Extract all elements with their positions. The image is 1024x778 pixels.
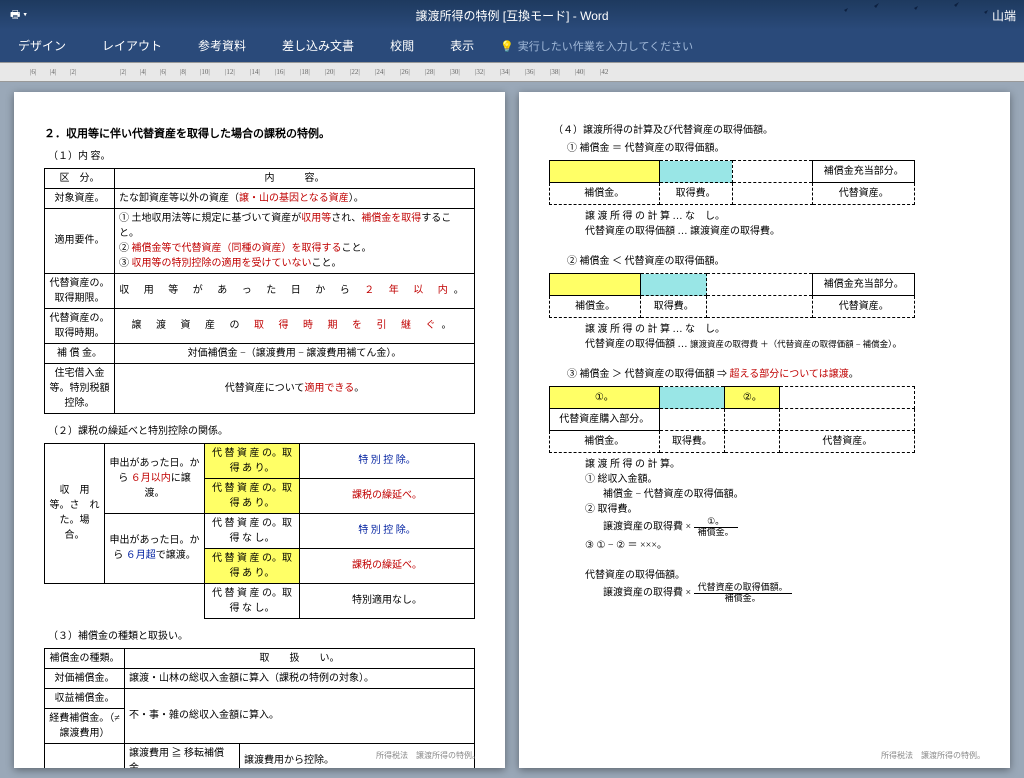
cell: 代替資産について適用できる。: [115, 363, 475, 413]
tab-references[interactable]: 参考資料: [180, 30, 264, 62]
text-line: ① 総収入金額。: [585, 472, 980, 487]
subsection-2-label: （２）課税の繰延べと特別控除の関係。: [48, 424, 475, 439]
table-deferral: 収 用 等。さ れ た。場 合。 申出があった日。から ６月以内に譲渡。 代 替…: [44, 443, 475, 619]
text-line: ③ ① − ② ＝ ×××。: [585, 538, 980, 553]
cell: 譲渡費用 ≧ 移転補償金。: [125, 743, 240, 768]
text-line: 譲渡資産の取得費 × ①。補償金。: [603, 517, 980, 538]
cell: 不・事・雑の総収入金額に算入。: [125, 688, 475, 743]
cell: 代 替 資 産 の。取 得 な し。: [205, 583, 300, 618]
cell: 住宅借入金等。特別税額控除。: [45, 363, 115, 413]
text-line: ② 取得費。: [585, 502, 980, 517]
text-line: 譲渡資産の取得費 × 代替資産の取得価額。補償金。: [603, 583, 980, 604]
subsection-3-label: （３）補償金の種類と取扱い。: [48, 629, 475, 644]
text-line: 代替資産の取得価額。: [585, 568, 980, 583]
cell: 譲 渡 資 産 の 取 得 時 期 を 引 継 ぐ。: [115, 308, 475, 343]
ribbon-tabs: デザイン レイアウト 参考資料 差し込み文書 校閲 表示 💡実行したい作業を入力…: [0, 30, 1024, 62]
page-footer: 所得税法 譲渡所得の特例。: [881, 750, 985, 762]
page-footer: 所得税法 譲渡所得の特例。: [376, 750, 480, 762]
quick-print-icon[interactable]: 🖶 ▾: [10, 6, 27, 25]
tab-layout[interactable]: レイアウト: [84, 30, 180, 62]
th: 補償金の種類。: [45, 648, 125, 668]
horizontal-ruler[interactable]: |6||4||2| |2||4||6||8| |10||12||14||16| …: [0, 62, 1024, 82]
text-line: 補償金 − 代替資産の取得価額。: [603, 487, 980, 502]
cell: 特 別 控 除。: [300, 513, 475, 548]
tab-review[interactable]: 校閲: [372, 30, 432, 62]
cell: ① 土地収用法等に規定に基づいて資産が収用等され、補償金を取得すること。 ② 補…: [115, 208, 475, 273]
tab-design[interactable]: デザイン: [0, 30, 84, 62]
cell: 代 替 資 産 の。取 得 な し。: [205, 513, 300, 548]
text-line: 譲 渡 所 得 の 計 算 … な し。: [585, 209, 980, 224]
case-3-title: ③ 補償金 ＞ 代替資産の取得価額 ⇒ 超える部分については譲渡。: [567, 367, 980, 382]
diagram-1: 補償金充当部分。 補償金。取得費。代替資産。: [549, 160, 915, 205]
cell: 対価補償金 −（譲渡費用 − 譲渡費用補てん金）。: [115, 343, 475, 363]
cell: 特別適用なし。: [300, 583, 475, 618]
text-line: 譲 渡 所 得 の 計 算。: [585, 457, 980, 472]
th-detail: 内 容。: [115, 168, 475, 188]
cell: 収益補償金。: [45, 688, 125, 708]
cell: 代替資産の。取得時期。: [45, 308, 115, 343]
cell: 補 償 金。: [45, 343, 115, 363]
page-1[interactable]: ２．収用等に伴い代替資産を取得した場合の課税の特例。 （１）内 容。 区 分。内…: [14, 92, 505, 768]
subsection-4-label: （４）譲渡所得の計算及び代替資産の取得価額。: [553, 123, 980, 138]
tab-view[interactable]: 表示: [432, 30, 492, 62]
tell-me-field[interactable]: 💡実行したい作業を入力してください: [500, 38, 693, 54]
text-line: 代替資産の取得価額 … 譲渡資産の取得費。: [585, 224, 980, 239]
bulb-icon: 💡: [500, 41, 514, 53]
cell: 収 用 等。さ れ た。場 合。: [45, 443, 105, 583]
th-category: 区 分。: [45, 168, 115, 188]
th: 取 扱 い。: [125, 648, 475, 668]
cell: 特 別 控 除。: [300, 443, 475, 478]
cell: 課税の繰延べ。: [300, 478, 475, 513]
window-title: 譲渡所得の特例 [互換モード] - Word: [415, 7, 608, 24]
cell: 対価補償金。: [45, 668, 125, 688]
text-line: 代替資産の取得価額 … 譲渡資産の取得費 ＋（代替資産の取得価額 − 補償金）。: [585, 337, 980, 352]
cell: 適用要件。: [45, 208, 115, 273]
page-2[interactable]: （４）譲渡所得の計算及び代替資産の取得価額。 ① 補償金 ＝ 代替資産の取得価額…: [519, 92, 1010, 768]
diagram-2: 補償金充当部分。 補償金。取得費。代替資産。: [549, 273, 915, 318]
cell: 代 替 資 産 の。取 得 あ り。: [205, 478, 300, 513]
section-2-title: ２．収用等に伴い代替資産を取得した場合の課税の特例。: [44, 126, 475, 143]
cell: 譲渡・山林の総収入金額に算入（課税の特例の対象）。: [125, 668, 475, 688]
cell: 申出があった日。から ６月以内に譲渡。: [105, 443, 205, 513]
case-2-title: ② 補償金 ＜ 代替資産の取得価額。: [567, 254, 980, 269]
document-workspace: ２．収用等に伴い代替資産を取得した場合の課税の特例。 （１）内 容。 区 分。内…: [0, 82, 1024, 778]
decorative-birds-icon: [824, 0, 1024, 30]
cell: 移転補償金。: [45, 743, 125, 768]
text-line: 譲 渡 所 得 の 計 算 … な し。: [585, 322, 980, 337]
tab-mailings[interactable]: 差し込み文書: [264, 30, 372, 62]
case-1-title: ① 補償金 ＝ 代替資産の取得価額。: [567, 141, 980, 156]
subsection-1-label: （１）内 容。: [48, 149, 475, 164]
diagram-3: ①。②。 代替資産購入部分。 補償金。取得費。代替資産。: [549, 386, 915, 453]
cell: 経費補償金。（≠譲渡費用）: [45, 708, 125, 743]
cell: 対象資産。: [45, 188, 115, 208]
cell: 代 替 資 産 の。取 得 あ り。: [205, 548, 300, 583]
cell: たな卸資産等以外の資産（譲・山の基因となる資産）。: [115, 188, 475, 208]
cell: 代 替 資 産 の。取 得 あ り。: [205, 443, 300, 478]
cell: 申出があった日。から ６月超で譲渡。: [105, 513, 205, 583]
title-bar: 🖶 ▾ 譲渡所得の特例 [互換モード] - Word 山端: [0, 0, 1024, 30]
cell: 代替資産の。取得期限。: [45, 273, 115, 308]
cell: 収 用 等 が あ っ た 日 か ら ２ 年 以 内。: [115, 273, 475, 308]
table-contents: 区 分。内 容。 対象資産。 たな卸資産等以外の資産（譲・山の基因となる資産）。…: [44, 168, 475, 414]
cell: 課税の繰延べ。: [300, 548, 475, 583]
